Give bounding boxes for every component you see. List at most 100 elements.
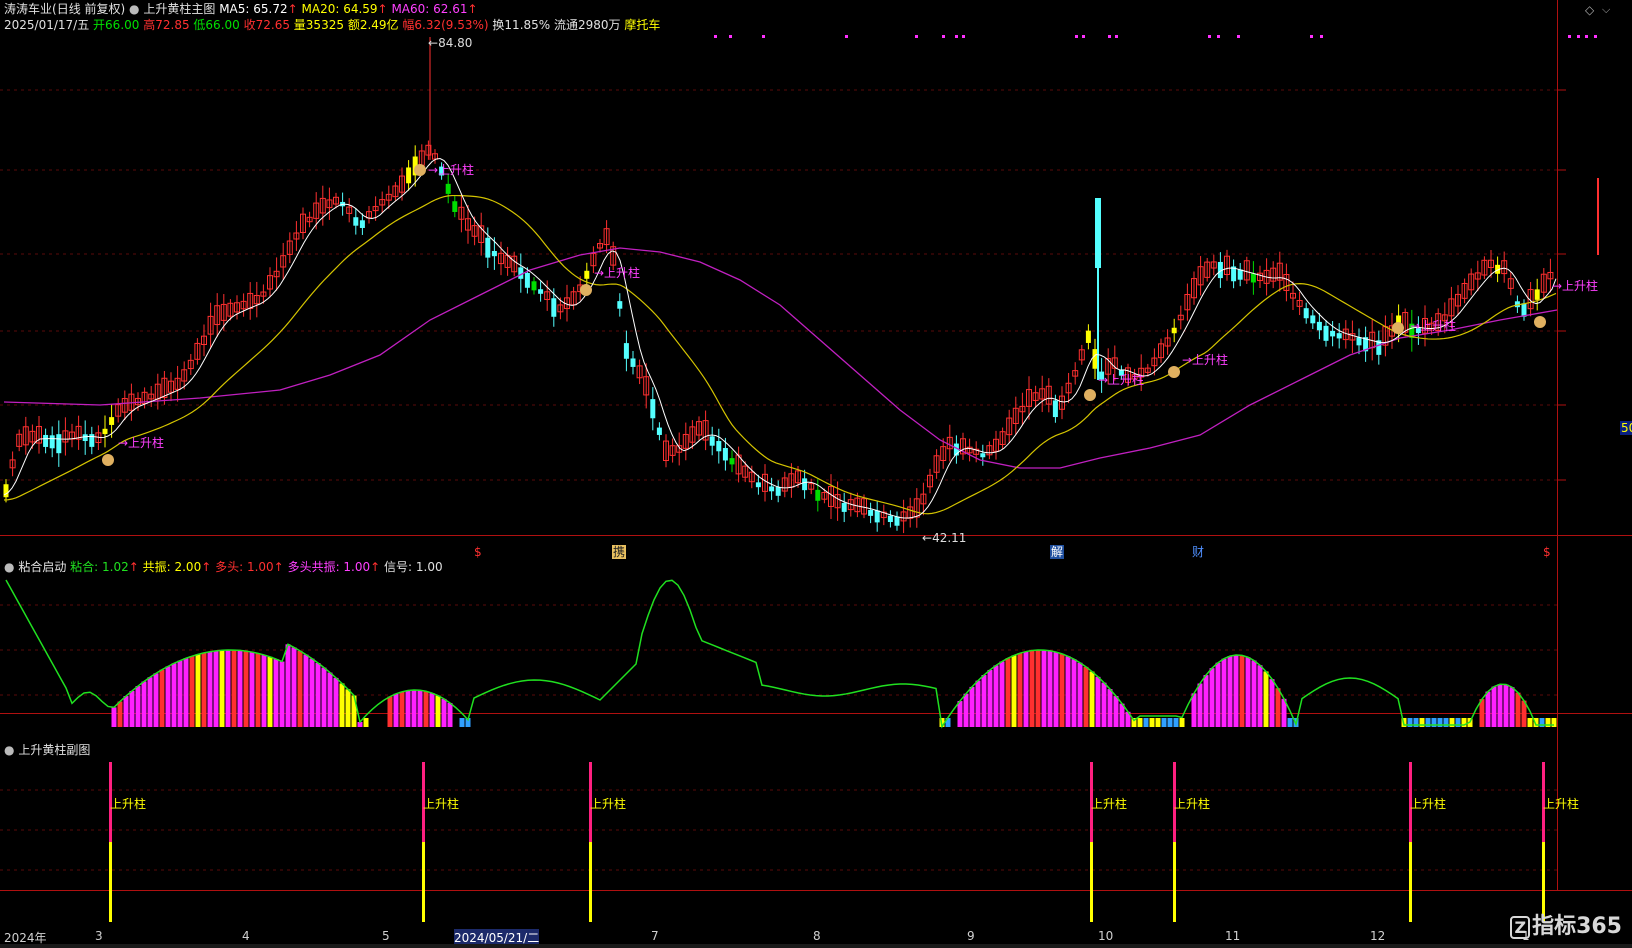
candle-body [406, 167, 412, 184]
candle-body [815, 489, 821, 501]
histogram-bar [1191, 693, 1197, 727]
histogram-bar [1509, 687, 1515, 727]
histogram-bar [261, 654, 267, 727]
candlesticks [3, 37, 1599, 534]
histogram-bar [1197, 683, 1203, 727]
candle-body [1356, 337, 1362, 346]
histogram-bar [303, 654, 309, 727]
candle-body [894, 516, 900, 526]
candle-body [56, 434, 62, 454]
candle-body [452, 201, 458, 212]
candle-body [485, 237, 491, 258]
histogram-bar [1113, 696, 1119, 727]
candle-body [729, 458, 735, 465]
histogram-bar [1263, 671, 1269, 727]
candle-body [1092, 349, 1098, 369]
candle-body [1250, 273, 1256, 283]
xh-value: 信号: 1.00 [384, 560, 443, 574]
histogram-bar [135, 686, 141, 727]
histogram-bar [1275, 688, 1281, 727]
money-bag-icon [1534, 316, 1546, 328]
candle-body [491, 250, 497, 257]
candle-body [650, 399, 656, 419]
top-dot [1320, 35, 1323, 38]
histogram-bar [411, 690, 417, 727]
histogram-bar [399, 691, 405, 727]
histogram-bar [1173, 718, 1179, 727]
candle-body [551, 298, 557, 317]
histogram-bar [231, 650, 237, 727]
panel3-title[interactable]: 上升黄柱副图 [18, 743, 90, 757]
candle-body [755, 482, 761, 488]
top-dot [962, 35, 965, 38]
xaxis-label-9: 11 [1225, 929, 1241, 943]
candle-body [1316, 321, 1322, 331]
histogram-bar [333, 677, 339, 727]
histogram-bar [1167, 718, 1173, 727]
candle-body [109, 417, 115, 425]
histogram-bar [273, 659, 279, 727]
histogram-bar [405, 690, 411, 727]
panel3-dot-icon: ● [4, 743, 15, 757]
histogram-bar [1221, 658, 1227, 727]
xaxis-label-7: 9 [967, 929, 975, 943]
candle-body [887, 515, 893, 523]
histogram-bar [237, 650, 243, 727]
candle-body [1310, 315, 1316, 324]
histogram-bar [159, 669, 165, 727]
histogram-bar [153, 673, 159, 727]
histogram-bar [1089, 671, 1095, 727]
xaxis-label-8: 10 [1098, 929, 1114, 943]
candle-body [1330, 330, 1336, 337]
event-mark-1[interactable]: $ [474, 545, 482, 559]
event-mark-5[interactable]: $ [1543, 545, 1551, 559]
top-dot [1585, 35, 1588, 38]
signal-label: →上升柱 [594, 265, 640, 280]
candle-body [1303, 308, 1309, 319]
histogram-bar [1095, 676, 1101, 727]
xaxis-label-1: 3 [95, 929, 103, 943]
histogram-bar [1035, 650, 1041, 727]
histogram-bar [201, 652, 207, 727]
histogram-bar [339, 683, 345, 727]
event-mark-2[interactable]: 携 [612, 545, 627, 559]
candle-body [1237, 269, 1243, 280]
panel2-title[interactable]: 粘合启动 [18, 560, 66, 574]
event-mark-3[interactable]: 解 [1050, 545, 1065, 559]
histogram-bar [243, 651, 249, 727]
money-bag-icon [1392, 322, 1404, 334]
top-dot [714, 35, 717, 38]
histogram-bar [423, 691, 429, 727]
histogram-bar [213, 650, 219, 727]
histogram-bar [393, 693, 399, 727]
panel3-signal-bars: 上升柱 上升柱 上升柱 上升柱 上升柱 上升柱 上升柱 [109, 762, 1579, 922]
histogram-bar [1011, 655, 1017, 727]
top-dot [1082, 35, 1085, 38]
nh-value: 粘合: 1.02 [70, 560, 129, 574]
histogram-bar [327, 672, 333, 727]
histogram-bar [1053, 652, 1059, 727]
panel2-header: ● 粘合启动 粘合: 1.02↑ 共振: 2.00↑ 多头: 1.00↑ 多头共… [4, 560, 443, 574]
histogram-bar [165, 666, 171, 727]
histogram-bar [1491, 686, 1497, 727]
candle-body [722, 448, 728, 461]
candle-body [584, 270, 590, 279]
histogram-bar [1149, 718, 1155, 727]
histogram-bar [309, 658, 315, 727]
signal-bar-bottom [589, 842, 592, 922]
chart-canvas[interactable]: →上升柱→上升柱→上升柱→上升柱→上升柱→上升柱→上升柱 上升柱 上升柱 上升柱 上升… [0, 0, 1632, 948]
candle-body [617, 301, 623, 309]
histogram-bar [111, 707, 117, 727]
signal-bar-label: 上升柱 [1410, 796, 1446, 811]
histogram-bar [1209, 668, 1215, 727]
candle-body [1336, 333, 1342, 339]
signal-label: →上升柱 [1410, 318, 1456, 333]
signal-bar-label: 上升柱 [590, 796, 626, 811]
signal-bar-label: 上升柱 [423, 796, 459, 811]
brand-logo: Z 指标365 [1510, 908, 1622, 940]
event-mark-4[interactable]: 财 [1192, 545, 1204, 559]
panel3-header: ● 上升黄柱副图 [4, 743, 90, 757]
gz-value: 共振: 2.00 [142, 560, 202, 574]
histogram-bar [1203, 675, 1209, 727]
candle-body [630, 358, 636, 367]
